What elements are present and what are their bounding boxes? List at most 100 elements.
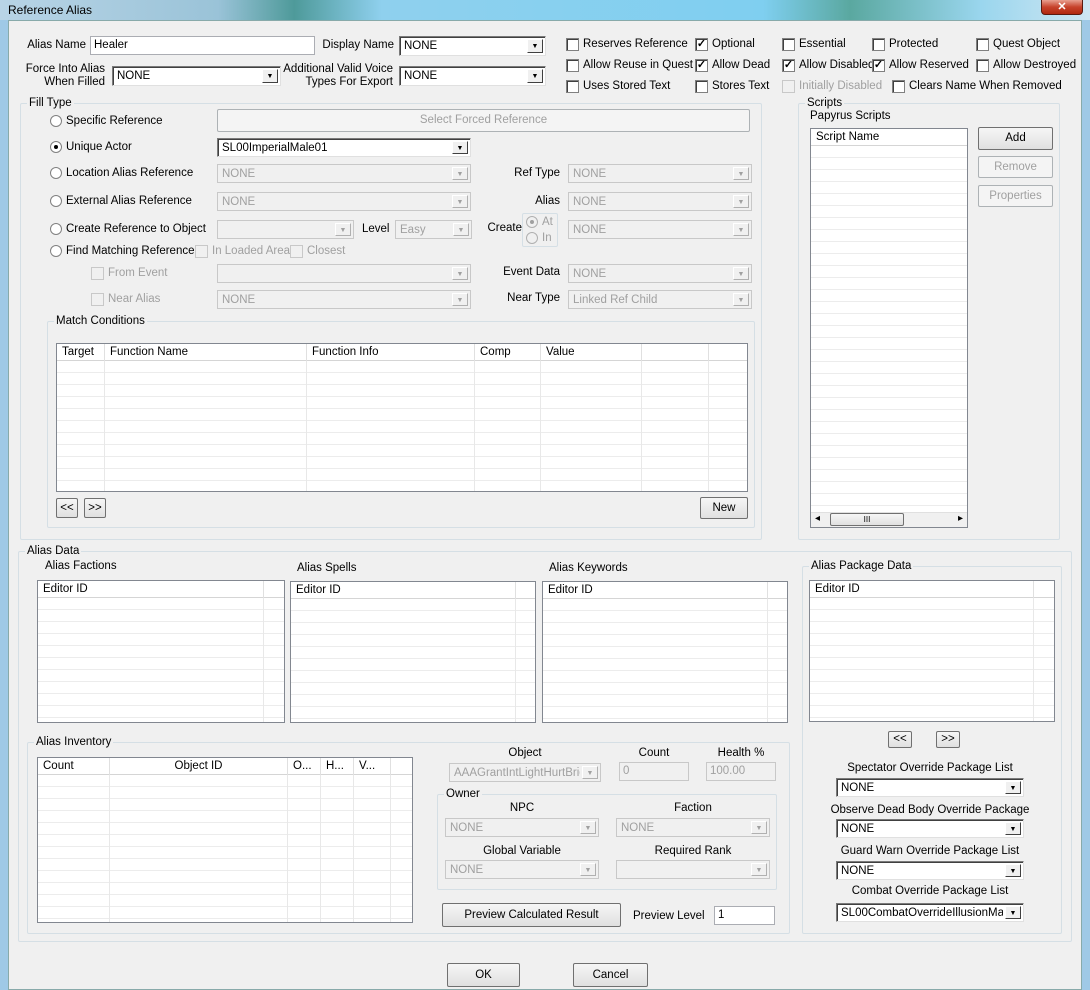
column-header[interactable]: Target: [57, 344, 105, 361]
checkbox-allow-destroyed[interactable]: [976, 59, 989, 72]
title-bar[interactable]: Reference Alias ✕: [0, 0, 1090, 20]
scrollbar-thumb[interactable]: III: [830, 513, 904, 526]
column-header[interactable]: H...: [321, 758, 354, 775]
chevron-down-icon[interactable]: ▼: [733, 293, 749, 306]
column-header[interactable]: Editor ID: [810, 581, 1034, 598]
checkbox-essential[interactable]: [782, 38, 795, 51]
chevron-down-icon[interactable]: ▼: [452, 195, 468, 208]
close-button[interactable]: ✕: [1041, 0, 1083, 15]
chevron-down-icon[interactable]: ▼: [335, 223, 351, 236]
combat-override-select[interactable]: SL00CombatOverrideIllusionMage ▼: [836, 903, 1024, 922]
checkbox-initially-disabled-label: Initially Disabled: [799, 80, 883, 92]
chevron-down-icon[interactable]: ▼: [1005, 781, 1021, 794]
force-into-select[interactable]: NONE ▼: [112, 66, 281, 86]
package-prev-button[interactable]: <<: [888, 731, 912, 748]
chevron-down-icon[interactable]: ▼: [733, 195, 749, 208]
column-header[interactable]: [391, 758, 412, 775]
add-script-button[interactable]: Add: [978, 127, 1053, 150]
match-new-button[interactable]: New: [700, 497, 748, 519]
chevron-down-icon[interactable]: ▼: [733, 267, 749, 280]
checkbox-stores-text[interactable]: [695, 80, 708, 93]
match-prev-button[interactable]: <<: [56, 498, 78, 518]
chevron-down-icon[interactable]: ▼: [527, 69, 543, 83]
column-header[interactable]: Editor ID: [543, 582, 768, 599]
column-header[interactable]: [642, 344, 709, 361]
radio-create-reference-to-object[interactable]: [50, 223, 62, 235]
combat-override-label: Combat Override Package List: [851, 885, 1009, 897]
column-header[interactable]: Object ID: [110, 758, 288, 775]
chevron-down-icon[interactable]: ▼: [452, 293, 468, 306]
checkbox-clears-name-when-removed[interactable]: [892, 80, 905, 93]
preview-calculated-result-button[interactable]: Preview Calculated Result: [442, 903, 621, 927]
column-header[interactable]: Count: [38, 758, 110, 775]
guard-warn-label: Guard Warn Override Package List: [840, 845, 1020, 857]
checkbox-quest-object[interactable]: [976, 38, 989, 51]
display-name-select[interactable]: NONE ▼: [399, 36, 546, 56]
chevron-down-icon[interactable]: ▼: [580, 863, 596, 876]
radio-unique-actor[interactable]: [50, 141, 62, 153]
radio-external-alias-reference[interactable]: [50, 195, 62, 207]
voice-types-select[interactable]: NONE ▼: [399, 66, 546, 86]
checkbox-uses-stored-text[interactable]: [566, 80, 579, 93]
chevron-down-icon[interactable]: ▼: [751, 863, 767, 876]
chevron-down-icon[interactable]: ▼: [733, 223, 749, 236]
column-header[interactable]: Script Name: [811, 129, 967, 146]
checkbox-allow-reuse-in-quest[interactable]: [566, 59, 579, 72]
radio-specific-reference[interactable]: [50, 115, 62, 127]
chevron-down-icon[interactable]: ▼: [452, 167, 468, 180]
package-next-button[interactable]: >>: [936, 731, 960, 748]
column-header[interactable]: Function Name: [105, 344, 307, 361]
chevron-down-icon[interactable]: ▼: [751, 821, 767, 834]
column-header[interactable]: Editor ID: [38, 581, 264, 598]
level-label: Level: [362, 223, 390, 235]
spectator-override-select[interactable]: NONE ▼: [836, 778, 1024, 797]
near-alias-select-value: NONE: [222, 294, 256, 306]
alias-spells-list[interactable]: Editor ID: [290, 581, 536, 723]
column-header[interactable]: [1034, 581, 1054, 598]
preview-level-input[interactable]: 1: [714, 906, 775, 925]
column-header[interactable]: [709, 344, 747, 361]
cancel-button[interactable]: Cancel: [573, 963, 648, 987]
observe-dead-body-select[interactable]: NONE ▼: [836, 819, 1024, 838]
scripts-list[interactable]: Script Name: [810, 128, 968, 528]
checkbox-allow-dead[interactable]: ✓: [695, 59, 708, 72]
checkbox-optional[interactable]: ✓: [695, 38, 708, 51]
checkbox-protected[interactable]: [872, 38, 885, 51]
chevron-down-icon[interactable]: ▼: [453, 223, 469, 236]
radio-find-matching-reference[interactable]: [50, 245, 62, 257]
column-header[interactable]: Editor ID: [291, 582, 516, 599]
chevron-down-icon[interactable]: ▼: [1005, 822, 1021, 835]
checkbox-allow-disabled[interactable]: ✓: [782, 59, 795, 72]
chevron-down-icon[interactable]: ▼: [1005, 906, 1021, 919]
guard-warn-select[interactable]: NONE ▼: [836, 861, 1024, 880]
ok-button[interactable]: OK: [447, 963, 520, 987]
column-header[interactable]: Value: [541, 344, 642, 361]
health-input: 100.00: [706, 762, 776, 781]
column-header[interactable]: [264, 581, 284, 598]
chevron-down-icon[interactable]: ▼: [452, 141, 468, 154]
column-header[interactable]: V...: [354, 758, 391, 775]
unique-actor-select[interactable]: SL00ImperialMale01 ▼: [217, 138, 471, 157]
checkbox-allow-reserved[interactable]: ✓: [872, 59, 885, 72]
chevron-down-icon[interactable]: ▼: [1005, 864, 1021, 877]
column-header[interactable]: Function Info: [307, 344, 475, 361]
column-header[interactable]: O...: [288, 758, 321, 775]
chevron-down-icon[interactable]: ▼: [452, 267, 468, 280]
alias-name-input[interactable]: Healer: [90, 36, 315, 55]
alias-packages-list[interactable]: Editor ID: [809, 580, 1055, 722]
column-header[interactable]: [516, 582, 535, 599]
checkbox-reserves-reference[interactable]: [566, 38, 579, 51]
chevron-down-icon[interactable]: ▼: [580, 821, 596, 834]
alias-keywords-list[interactable]: Editor ID: [542, 581, 788, 723]
match-conditions-list[interactable]: Target Function Name Function Info Comp Valu…: [56, 343, 748, 492]
alias-inventory-list[interactable]: Count Object ID O... H... V...: [37, 757, 413, 923]
chevron-down-icon[interactable]: ▼: [527, 39, 543, 53]
column-header[interactable]: [768, 582, 787, 599]
object-select: AAAGrantIntLightHurtBright▼: [449, 763, 601, 782]
chevron-down-icon[interactable]: ▼: [582, 766, 598, 779]
alias-factions-list[interactable]: Editor ID: [37, 580, 285, 723]
radio-location-alias-reference[interactable]: [50, 167, 62, 179]
match-next-button[interactable]: >>: [84, 498, 106, 518]
chevron-down-icon[interactable]: ▼: [733, 167, 749, 180]
column-header[interactable]: Comp: [475, 344, 541, 361]
